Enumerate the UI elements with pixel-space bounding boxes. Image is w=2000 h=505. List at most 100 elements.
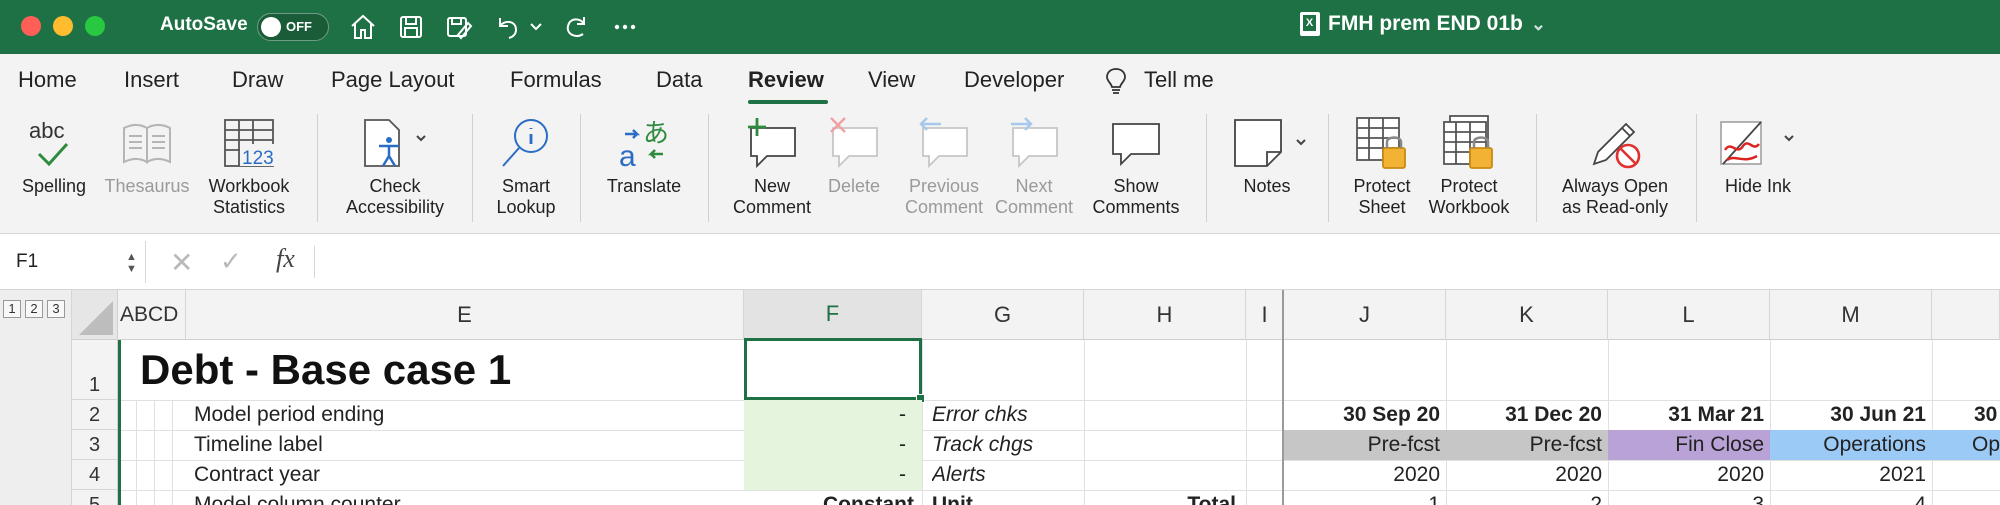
l4-cell[interactable]: 2020 — [1608, 460, 1764, 490]
j4-cell[interactable]: 2020 — [1284, 460, 1440, 490]
new-comment-button[interactable]: New Comment — [722, 110, 822, 218]
m3-cell[interactable]: Operations — [1770, 430, 1932, 460]
translate-button[interactable]: aあ Translate — [596, 110, 692, 197]
insert-function-icon[interactable]: fx — [276, 244, 295, 274]
tab-home[interactable]: Home — [18, 67, 77, 93]
column-header-h[interactable]: H — [1084, 290, 1246, 340]
check-accessibility-button[interactable]: Check Accessibility — [334, 110, 456, 218]
select-all-corner[interactable] — [72, 290, 118, 340]
g2-cell[interactable]: Error chks — [932, 400, 1028, 430]
smart-lookup-button[interactable]: Smart Lookup — [486, 110, 566, 218]
row-header-4[interactable]: 4 — [72, 460, 118, 490]
tab-insert[interactable]: Insert — [124, 67, 179, 93]
l2-cell[interactable]: 31 Mar 21 — [1608, 400, 1764, 430]
j5-cell[interactable]: 1 — [1284, 490, 1440, 505]
tab-review[interactable]: Review — [748, 67, 824, 93]
column-header-i[interactable]: I — [1246, 290, 1284, 340]
zoom-window-button[interactable] — [85, 16, 105, 36]
delete-comment-button[interactable]: Delete — [818, 110, 890, 197]
n2-cell[interactable]: 30 — [1974, 400, 2000, 430]
tab-data[interactable]: Data — [656, 67, 702, 93]
row-header-2[interactable]: 2 — [72, 400, 118, 430]
workbook-statistics-button[interactable]: 123 Workbook Statistics — [204, 110, 294, 218]
hide-ink-button[interactable]: Hide Ink — [1710, 110, 1806, 197]
f5-cell[interactable]: Constant — [744, 490, 914, 505]
close-window-button[interactable] — [21, 16, 41, 36]
column-header-j[interactable]: J — [1284, 290, 1446, 340]
row-header-3[interactable]: 3 — [72, 430, 118, 460]
thesaurus-button[interactable]: Thesaurus — [102, 110, 192, 197]
g4-cell[interactable]: Alerts — [932, 460, 986, 490]
outline-level-2-button[interactable]: 2 — [25, 300, 43, 318]
k2-cell[interactable]: 31 Dec 20 — [1446, 400, 1602, 430]
e5-cell[interactable]: Model column counter — [194, 490, 401, 505]
more-options-icon[interactable] — [608, 10, 642, 44]
redo-icon[interactable] — [560, 10, 594, 44]
minimize-window-button[interactable] — [53, 16, 73, 36]
f2-cell[interactable]: - — [744, 400, 922, 430]
column-header-f[interactable]: F — [744, 290, 922, 340]
m4-cell[interactable]: 2021 — [1770, 460, 1926, 490]
k3-cell[interactable]: Pre-fcst — [1446, 430, 1608, 460]
column-header-k[interactable]: K — [1446, 290, 1608, 340]
save-icon[interactable] — [394, 10, 428, 44]
row-header-1[interactable]: 1 — [72, 340, 118, 400]
tell-me-search[interactable]: Tell me — [1144, 67, 1214, 93]
j3-cell[interactable]: Pre-fcst — [1284, 430, 1446, 460]
check-accessibility-label-1: Check — [369, 176, 421, 196]
tab-developer[interactable]: Developer — [964, 67, 1064, 93]
j2-cell[interactable]: 30 Sep 20 — [1284, 400, 1440, 430]
protect-sheet-button[interactable]: Protect Sheet — [1342, 110, 1422, 218]
l3-cell[interactable]: Fin Close — [1608, 430, 1770, 460]
name-box-stepper-icon[interactable]: ▲ ▼ — [126, 251, 137, 275]
formula-input[interactable] — [330, 240, 1980, 284]
column-header-g[interactable]: G — [922, 290, 1084, 340]
spelling-button[interactable]: abc Spelling — [14, 110, 94, 197]
enter-formula-icon[interactable]: ✓ — [220, 246, 242, 277]
column-header-m[interactable]: M — [1770, 290, 1932, 340]
column-header-e[interactable]: E — [186, 290, 744, 340]
m5-cell[interactable]: 4 — [1770, 490, 1926, 505]
n3-cell[interactable]: Op — [1932, 430, 2000, 460]
document-title[interactable]: FMH prem END 01b ⌄ — [1300, 12, 1546, 36]
undo-dropdown-chevron-icon[interactable] — [526, 10, 546, 44]
e3-cell[interactable]: Timeline label — [194, 430, 323, 460]
column-header-abcd[interactable]: ABCD — [118, 290, 186, 340]
tab-page-layout[interactable]: Page Layout — [331, 67, 455, 93]
selected-cell-f1[interactable] — [744, 338, 922, 400]
column-header-next[interactable] — [1932, 290, 2000, 340]
next-comment-button[interactable]: Next Comment — [994, 110, 1074, 218]
show-comments-button[interactable]: Show Comments — [1084, 110, 1188, 218]
h5-cell[interactable]: Total — [1084, 490, 1236, 505]
home-icon[interactable] — [346, 10, 380, 44]
e2-cell[interactable]: Model period ending — [194, 400, 384, 430]
next-comment-label-1: Next — [1015, 176, 1053, 196]
always-open-read-only-button[interactable]: Always Open as Read-only — [1552, 110, 1678, 218]
g3-cell[interactable]: Track chgs — [932, 430, 1033, 460]
e4-cell[interactable]: Contract year — [194, 460, 320, 490]
cancel-formula-icon[interactable]: ✕ — [170, 246, 193, 279]
row-header-5[interactable]: 5 — [72, 490, 118, 505]
outline-level-1-button[interactable]: 1 — [3, 300, 21, 318]
k4-cell[interactable]: 2020 — [1446, 460, 1602, 490]
name-box[interactable]: F1 ▲ ▼ — [0, 241, 146, 283]
previous-comment-button[interactable]: Previous Comment — [894, 110, 994, 218]
f4-cell[interactable]: - — [744, 460, 922, 490]
l5-cell[interactable]: 3 — [1608, 490, 1764, 505]
autosave-toggle[interactable]: OFF — [257, 13, 329, 41]
save-as-icon[interactable] — [442, 10, 476, 44]
tab-formulas[interactable]: Formulas — [510, 67, 602, 93]
tab-view[interactable]: View — [868, 67, 915, 93]
g5-cell[interactable]: Unit — [932, 490, 973, 505]
review-ribbon: abc Spelling Thesaurus 123 Workbook Stat… — [0, 106, 2000, 234]
sheet-title-cell[interactable]: Debt - Base case 1 — [140, 340, 511, 400]
notes-button[interactable]: Notes — [1222, 110, 1312, 197]
column-header-l[interactable]: L — [1608, 290, 1770, 340]
m2-cell[interactable]: 30 Jun 21 — [1770, 400, 1926, 430]
f3-cell[interactable]: - — [744, 430, 922, 460]
protect-workbook-button[interactable]: Protect Workbook — [1424, 110, 1514, 218]
undo-icon[interactable] — [490, 10, 524, 44]
tab-draw[interactable]: Draw — [232, 67, 283, 93]
k5-cell[interactable]: 2 — [1446, 490, 1602, 505]
outline-level-3-button[interactable]: 3 — [47, 300, 65, 318]
